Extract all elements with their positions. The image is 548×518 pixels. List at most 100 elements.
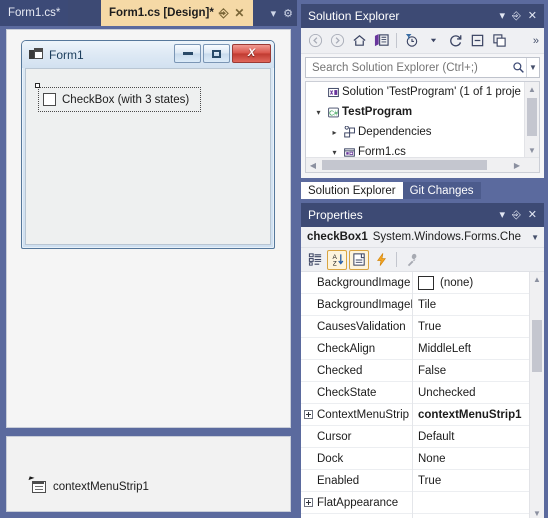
solution-icon[interactable] xyxy=(371,30,392,51)
property-row-backgroundimagelayout[interactable]: BackgroundImageLayout Tile xyxy=(301,293,529,316)
property-value[interactable]: False xyxy=(412,359,529,382)
property-pages-icon[interactable] xyxy=(402,250,422,270)
property-row-checkstate[interactable]: CheckState Unchecked xyxy=(301,381,529,404)
property-row-flatstyle[interactable]: FlatStyle Standard xyxy=(301,513,529,518)
scroll-thumb[interactable] xyxy=(322,160,487,170)
property-value[interactable]: Default xyxy=(412,425,529,448)
property-value[interactable] xyxy=(412,491,529,514)
tree-item-solution[interactable]: Solution 'TestProgram' (1 of 1 proje xyxy=(306,82,524,102)
property-row-enabled[interactable]: Enabled True xyxy=(301,469,529,492)
property-name: BackgroundImageLayout xyxy=(317,298,412,311)
collapse-all-icon[interactable] xyxy=(467,30,488,51)
property-name: CheckState xyxy=(317,386,377,399)
form-designer-surface[interactable]: Form1 X CheckBox (with 3 states) xyxy=(6,29,291,428)
scroll-up-icon[interactable]: ▲ xyxy=(525,82,539,96)
search-solution-explorer[interactable]: ▼ xyxy=(305,57,540,78)
property-value[interactable]: MiddleLeft xyxy=(412,337,529,360)
scroll-up-icon[interactable]: ▲ xyxy=(530,272,544,286)
properties-grid[interactable]: BackgroundImage (none) BackgroundImageLa… xyxy=(301,272,544,518)
minimize-icon[interactable] xyxy=(174,44,201,63)
search-icon[interactable] xyxy=(510,61,526,74)
expander-expanded-icon[interactable]: ▾ xyxy=(312,108,325,117)
scroll-thumb[interactable] xyxy=(527,98,537,136)
property-value[interactable]: (none) xyxy=(412,272,529,294)
toolbar-separator xyxy=(396,252,397,267)
property-value[interactable]: True xyxy=(412,469,529,492)
property-value[interactable]: True xyxy=(412,315,529,338)
property-row-backgroundimage[interactable]: BackgroundImage (none) xyxy=(301,272,529,294)
editor-tab-form1-design[interactable]: Form1.cs [Design]* ⎆ ✕ xyxy=(101,0,254,26)
window-dropdown-icon[interactable]: ▾ xyxy=(499,209,505,221)
home-icon[interactable] xyxy=(349,30,370,51)
tree-item-label: Dependencies xyxy=(358,126,432,138)
property-value-text: (none) xyxy=(440,276,474,289)
close-icon[interactable]: ✕ xyxy=(528,209,537,221)
property-row-checkalign[interactable]: CheckAlign MiddleLeft xyxy=(301,337,529,360)
form-client-area[interactable]: CheckBox (with 3 states) xyxy=(25,68,271,245)
expand-icon[interactable] xyxy=(301,410,316,419)
chevron-down-icon[interactable]: ▼ xyxy=(531,233,541,242)
component-tray[interactable]: contextMenuStrip1 xyxy=(6,436,291,512)
property-row-dock[interactable]: Dock None xyxy=(301,447,529,470)
property-row-causesvalidation[interactable]: CausesValidation True xyxy=(301,315,529,338)
visual-studio-window: Form1.cs* Form1.cs [Design]* ⎆ ✕ ▾ ⚙ For… xyxy=(0,0,548,518)
expand-icon[interactable] xyxy=(301,498,316,507)
scroll-down-icon[interactable]: ▼ xyxy=(525,143,539,157)
chevron-down-icon[interactable]: ▼ xyxy=(526,58,539,77)
pin-icon[interactable]: ⎆ xyxy=(218,6,230,21)
pin-icon[interactable]: ⎆ xyxy=(512,10,521,22)
toolbar-separator xyxy=(396,33,397,48)
search-input[interactable] xyxy=(310,60,510,75)
properties-object-selector[interactable]: checkBox1 System.Windows.Forms.Che ▼ xyxy=(301,227,544,248)
expander-expanded-icon[interactable]: ▾ xyxy=(328,148,341,157)
alphabetical-sort-icon[interactable]: AZ xyxy=(327,249,347,270)
close-icon[interactable]: X xyxy=(232,44,271,63)
pending-changes-filter-icon[interactable] xyxy=(401,30,422,51)
editor-tab-form1-cs[interactable]: Form1.cs* xyxy=(0,0,69,26)
show-all-files-icon[interactable] xyxy=(489,30,510,51)
tray-item-contextmenustrip1[interactable]: contextMenuStrip1 xyxy=(28,476,149,494)
chevron-down-icon[interactable]: ▾ xyxy=(271,7,277,20)
property-value[interactable]: Standard xyxy=(412,513,529,518)
close-icon[interactable]: ✕ xyxy=(528,10,537,22)
close-icon[interactable]: ✕ xyxy=(233,6,245,20)
refresh-icon[interactable] xyxy=(445,30,466,51)
pin-icon[interactable]: ⎆ xyxy=(512,209,521,221)
back-icon[interactable] xyxy=(305,30,326,51)
dock-tab-git-changes[interactable]: Git Changes xyxy=(402,182,481,199)
tree-item-testprogram[interactable]: ▾ C# TestProgram xyxy=(306,102,524,122)
scroll-thumb[interactable] xyxy=(532,320,542,372)
maximize-icon[interactable] xyxy=(203,44,230,63)
forward-icon[interactable] xyxy=(327,30,348,51)
checkbox-box-icon[interactable] xyxy=(43,93,56,106)
form-preview[interactable]: Form1 X CheckBox (with 3 states) xyxy=(21,40,275,249)
tree-horizontal-scrollbar[interactable]: ◀ ▶ xyxy=(306,157,539,172)
scroll-right-icon[interactable]: ▶ xyxy=(510,158,524,172)
properties-vertical-scrollbar[interactable]: ▲ ▼ xyxy=(529,272,544,518)
events-icon[interactable] xyxy=(371,250,391,270)
categorized-icon[interactable] xyxy=(305,250,325,270)
property-value[interactable]: contextMenuStrip1 xyxy=(412,403,529,426)
tree-item-dependencies[interactable]: ▸ Dependencies xyxy=(306,122,524,142)
properties-page-icon[interactable] xyxy=(349,249,369,270)
solution-tree[interactable]: Solution 'TestProgram' (1 of 1 proje ▾ C… xyxy=(305,81,540,173)
property-row-cursor[interactable]: Cursor Default xyxy=(301,425,529,448)
tree-vertical-scrollbar[interactable]: ▲ ▼ xyxy=(524,82,539,157)
scroll-down-icon[interactable]: ▼ xyxy=(530,506,544,518)
property-value[interactable]: Unchecked xyxy=(412,381,529,404)
checkbox-control[interactable]: CheckBox (with 3 states) xyxy=(35,83,201,112)
scroll-left-icon[interactable]: ◀ xyxy=(306,158,320,172)
property-value[interactable]: Tile xyxy=(412,293,529,316)
filter-dropdown-icon[interactable] xyxy=(423,30,444,51)
dock-tab-solution-explorer[interactable]: Solution Explorer xyxy=(301,182,403,199)
editor-tab-label: Form1.cs* xyxy=(8,7,61,19)
property-row-contextmenustrip[interactable]: ContextMenuStrip contextMenuStrip1 xyxy=(301,403,529,426)
window-dropdown-icon[interactable]: ▾ xyxy=(499,10,505,22)
gear-icon[interactable]: ⚙ xyxy=(283,7,293,20)
property-row-checked[interactable]: Checked False xyxy=(301,359,529,382)
image-swatch-icon[interactable] xyxy=(418,275,434,290)
property-value[interactable]: None xyxy=(412,447,529,470)
expander-collapsed-icon[interactable]: ▸ xyxy=(328,128,341,137)
toolbar-overflow-icon[interactable]: » xyxy=(533,35,540,47)
property-row-flatappearance[interactable]: FlatAppearance xyxy=(301,491,529,514)
